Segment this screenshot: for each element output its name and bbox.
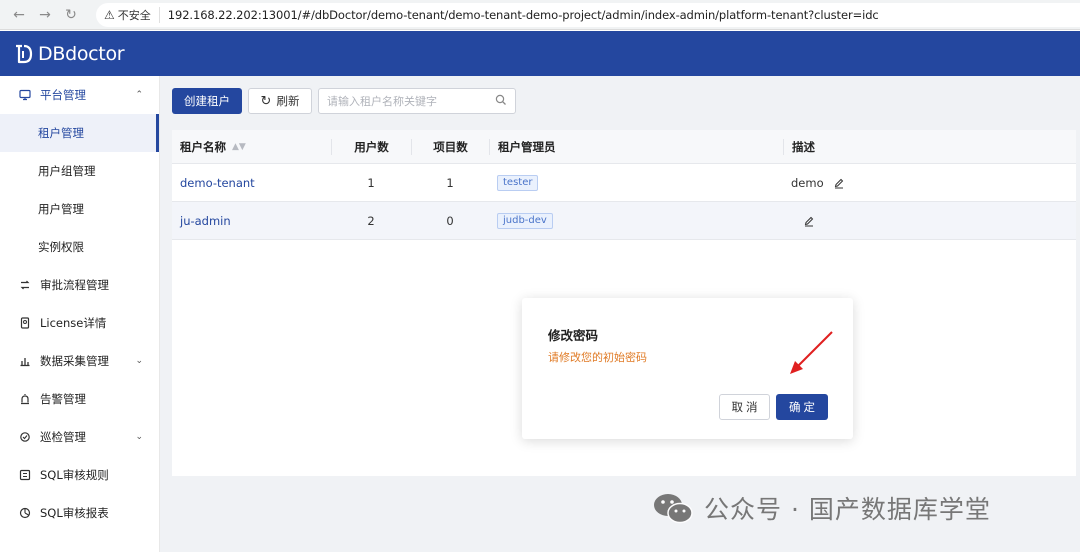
edit-icon[interactable] [833, 177, 845, 189]
sidebar-item-instance-perm[interactable]: 实例权限 [0, 228, 159, 266]
forward-arrow-icon[interactable]: → [32, 3, 58, 27]
tenant-search-input[interactable] [327, 94, 487, 108]
user-count: 1 [367, 175, 375, 190]
chevron-up-icon: ⌃ [135, 90, 143, 100]
sidebar-item-data-collect[interactable]: 数据采集管理 ⌄ [0, 342, 159, 380]
project-count: 1 [446, 175, 454, 190]
sidebar-item-label: SQL审核规则 [40, 468, 109, 482]
chevron-down-icon: ⌄ [135, 356, 143, 366]
report-icon [18, 506, 32, 520]
monitor-icon [18, 88, 32, 102]
watermark-text: 公众号 · 国产数据库学堂 [704, 495, 991, 524]
browser-toolbar: ← → ↻ ⚠ 不安全 192.168.22.202:13001/#/dbDoc… [0, 0, 1080, 30]
sidebar-item-alarm[interactable]: 告警管理 [0, 380, 159, 418]
sidebar-item-label: 租户管理 [38, 126, 84, 140]
refresh-icon: ↻ [260, 93, 272, 109]
sidebar: 平台管理 ⌃ 租户管理 用户组管理 用户管理 实例权限 审批流程管理 Licen… [0, 76, 160, 552]
admin-tag: judb-dev [497, 213, 553, 229]
insecure-label: 不安全 [117, 9, 151, 22]
table-row: ju-admin 2 0 judb-dev [172, 202, 1076, 240]
tenant-search-box[interactable] [318, 88, 516, 114]
header-tenant-name[interactable]: 租户名称 ▲▼ [172, 139, 331, 155]
sidebar-item-label: 告警管理 [40, 392, 86, 406]
create-tenant-button[interactable]: 创建租户 [172, 88, 242, 114]
sidebar-item-platform[interactable]: 平台管理 ⌃ [0, 76, 159, 114]
chevron-down-icon: ⌄ [135, 432, 143, 442]
tenant-name-link[interactable]: ju-admin [180, 214, 231, 228]
sidebar-item-approval-flow[interactable]: 审批流程管理 [0, 266, 159, 304]
sidebar-item-sql-rules[interactable]: SQL审核规则 [0, 456, 159, 494]
back-arrow-icon[interactable]: ← [6, 3, 32, 27]
sidebar-item-label: 用户管理 [38, 202, 84, 216]
header-user-count: 用户数 [331, 138, 411, 155]
sidebar-item-label: 平台管理 [40, 88, 86, 102]
refresh-button[interactable]: ↻ 刷新 [248, 88, 312, 114]
rule-icon [18, 468, 32, 482]
sidebar-item-label: 巡检管理 [40, 430, 86, 444]
header-description: 描述 [783, 138, 1076, 155]
description-text: demo [791, 175, 824, 190]
toolbar: 创建租户 ↻ 刷新 [172, 88, 516, 114]
dialog-title: 修改密码 [548, 328, 599, 343]
sidebar-item-label: License详情 [40, 316, 107, 330]
sidebar-item-license[interactable]: License详情 [0, 304, 159, 342]
cancel-button[interactable]: 取消 [719, 394, 770, 420]
sort-icon[interactable]: ▲▼ [232, 139, 246, 155]
sidebar-item-user-group[interactable]: 用户组管理 [0, 152, 159, 190]
refresh-label: 刷新 [276, 94, 300, 108]
tenant-name-link[interactable]: demo-tenant [180, 176, 255, 190]
table-row: demo-tenant 1 1 tester demo [172, 164, 1076, 202]
sidebar-item-label: 用户组管理 [38, 164, 96, 178]
red-arrow-annotation-icon [790, 331, 833, 374]
sidebar-item-sql-report[interactable]: SQL审核报表 [0, 494, 159, 532]
project-count: 0 [446, 213, 454, 228]
collect-icon [18, 354, 32, 368]
dialog-message: 请修改您的初始密码 [548, 351, 647, 364]
sidebar-item-label: 实例权限 [38, 240, 84, 254]
warning-icon: ⚠ [104, 8, 115, 22]
header-label: 租户名称 [180, 139, 226, 154]
address-bar[interactable]: ⚠ 不安全 192.168.22.202:13001/#/dbDoctor/de… [96, 3, 1080, 27]
sidebar-item-label: SQL审核报表 [40, 506, 109, 520]
url-text[interactable]: 192.168.22.202:13001/#/dbDoctor/demo-ten… [168, 8, 879, 22]
confirm-button[interactable]: 确定 [776, 394, 828, 420]
alarm-icon [18, 392, 32, 406]
sidebar-item-tenant[interactable]: 租户管理 [0, 114, 159, 152]
reload-icon[interactable]: ↻ [58, 3, 84, 27]
watermark: 公众号 · 国产数据库学堂 [652, 490, 991, 526]
wechat-icon [654, 494, 693, 524]
edit-icon[interactable] [803, 215, 815, 227]
inspect-icon [18, 430, 32, 444]
insecure-indicator[interactable]: ⚠ 不安全 [104, 7, 160, 23]
user-count: 2 [367, 213, 375, 228]
table-header: 租户名称 ▲▼ 用户数 项目数 租户管理员 描述 [172, 130, 1076, 164]
admin-tag: tester [497, 175, 539, 191]
app-header: DBdoctor [0, 31, 1080, 76]
license-icon [18, 316, 32, 330]
search-icon[interactable] [495, 94, 507, 106]
logo-text[interactable]: DBdoctor [38, 43, 125, 65]
sidebar-item-label: 数据采集管理 [40, 354, 109, 368]
sidebar-item-label: 审批流程管理 [40, 278, 109, 292]
flow-icon [18, 278, 32, 292]
dbdoctor-logo-icon [16, 44, 33, 63]
header-project-count: 项目数 [411, 138, 489, 155]
sidebar-item-inspection[interactable]: 巡检管理 ⌄ [0, 418, 159, 456]
header-tenant-admin: 租户管理员 [489, 138, 783, 155]
sidebar-item-users[interactable]: 用户管理 [0, 190, 159, 228]
